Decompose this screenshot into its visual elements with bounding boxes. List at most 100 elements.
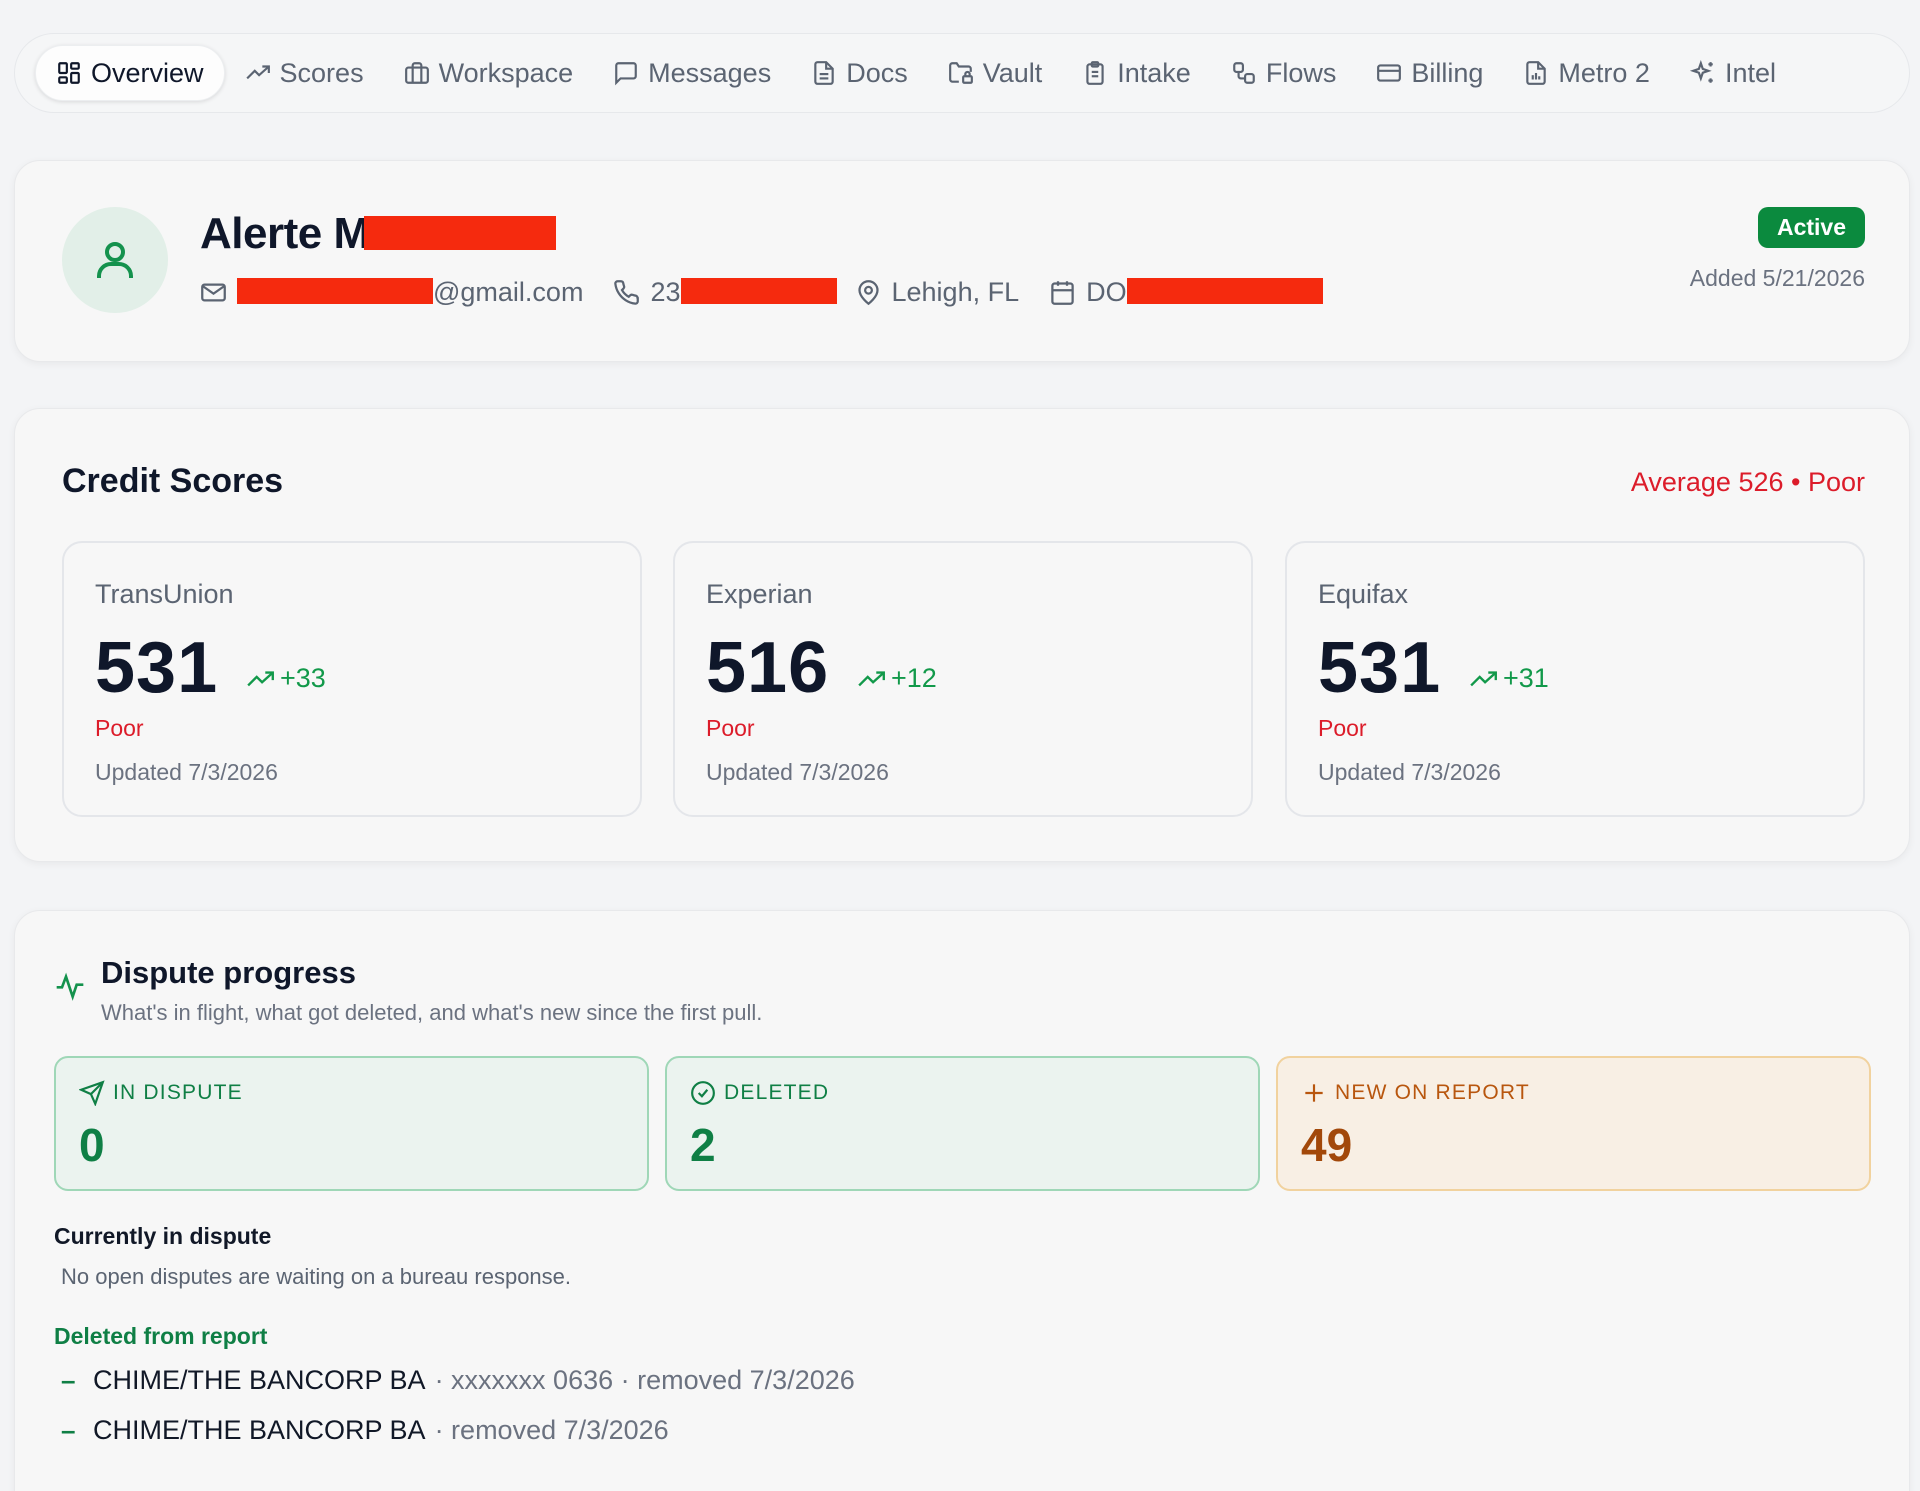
- dispute-progress-card: Dispute progress What's in flight, what …: [14, 910, 1910, 1491]
- item-meta: · xxxxxxx 0636 · removed 7/3/2026: [434, 1365, 855, 1395]
- workflow-icon: [1232, 62, 1255, 84]
- bureau-name: Equifax: [1318, 579, 1409, 609]
- stat-header: NEW ON REPORT: [1301, 1080, 1530, 1106]
- score-change-value: +31: [1503, 663, 1549, 693]
- tab-flows[interactable]: Flows: [1211, 45, 1357, 101]
- phone-icon: [614, 280, 640, 305]
- list-item: – CHIME/THE BANCORP BA · xxxxxxx 0636 · …: [61, 1365, 855, 1396]
- score-rating: Poor: [95, 715, 144, 741]
- redaction-bar: [363, 216, 556, 250]
- bureau-score: 531: [95, 628, 219, 708]
- email-contact[interactable]: @gmail.com: [200, 277, 583, 308]
- stat-header: DELETED: [690, 1080, 829, 1106]
- stat-value: 2: [690, 1119, 716, 1171]
- stat-header: IN DISPUTE: [79, 1080, 243, 1106]
- client-name-text: Alerte M: [200, 209, 370, 258]
- tab-scores[interactable]: Scores: [225, 45, 384, 101]
- tab-vault[interactable]: Vault: [928, 45, 1063, 101]
- tab-label: Docs: [846, 57, 908, 88]
- tab-metro-2[interactable]: Metro 2: [1503, 45, 1670, 101]
- bureau-name: TransUnion: [95, 579, 234, 609]
- tab-docs[interactable]: Docs: [791, 45, 928, 101]
- bureau-name: Experian: [706, 579, 813, 609]
- location-text: Lehigh, FL: [891, 277, 1020, 307]
- stat-value: 49: [1301, 1119, 1353, 1171]
- trending-up-icon: [858, 670, 885, 686]
- score-change: +12: [857, 663, 937, 694]
- tab-label: Messages: [648, 57, 772, 88]
- dash-icon: –: [61, 1365, 76, 1395]
- creditor-name: CHIME/THE BANCORP BA: [93, 1415, 426, 1445]
- tab-label: Metro 2: [1558, 57, 1650, 88]
- section-title: Dispute progress: [101, 955, 356, 990]
- trending-up-icon: [247, 670, 274, 686]
- dash-icon: –: [61, 1415, 76, 1445]
- score-change-value: +12: [891, 663, 937, 693]
- list-item: – CHIME/THE BANCORP BA · removed 7/3/202…: [61, 1415, 669, 1446]
- phone-text: 23: [650, 277, 681, 307]
- phone-contact[interactable]: 23: [613, 277, 837, 308]
- score-rating: Poor: [706, 715, 755, 741]
- tab-billing[interactable]: Billing: [1356, 45, 1503, 101]
- bureau-card-experian[interactable]: Experian 516 +12 Poor Updated 7/3/2026: [673, 541, 1253, 817]
- stat-label: NEW ON REPORT: [1335, 1081, 1530, 1104]
- deleted-from-report-heading: Deleted from report: [54, 1323, 268, 1349]
- stat-value: 0: [79, 1119, 105, 1171]
- updated-date: Updated 7/3/2026: [706, 759, 889, 785]
- client-name: Alerte M: [200, 209, 556, 259]
- activity-icon: [56, 972, 84, 1001]
- currently-in-dispute-empty: No open disputes are waiting on a bureau…: [61, 1264, 572, 1289]
- updated-date: Updated 7/3/2026: [1318, 759, 1501, 785]
- document-icon: [814, 61, 834, 85]
- score-rating: Poor: [1318, 715, 1367, 741]
- status-badge: Active: [1757, 207, 1865, 248]
- bureau-card-transunion[interactable]: TransUnion 531 +33 Poor Updated 7/3/2026: [62, 541, 642, 817]
- tab-label: Workspace: [438, 57, 574, 88]
- section-title: Credit Scores: [62, 462, 284, 500]
- tab-intake[interactable]: Intake: [1062, 45, 1211, 101]
- redaction-bar: [237, 278, 433, 304]
- tab-label: Scores: [279, 57, 364, 88]
- stat-new-on-report[interactable]: NEW ON REPORT 49: [1276, 1056, 1871, 1191]
- score-change-value: +33: [280, 663, 326, 693]
- score-change: +33: [246, 663, 326, 694]
- tab-overview[interactable]: Overview: [35, 45, 225, 101]
- dob-contact: DO: [1049, 277, 1323, 308]
- score-change: +31: [1469, 663, 1549, 694]
- briefcase-icon: [404, 62, 429, 84]
- tab-intel[interactable]: Intel: [1670, 45, 1796, 101]
- avatar: [62, 207, 168, 313]
- contact-row: @gmail.com 23 Lehigh, FL DO: [200, 277, 1353, 308]
- client-profile-card: Alerte M @gmail.com 23 Lehigh, FL DO Act…: [14, 160, 1910, 362]
- user-icon: [97, 242, 133, 278]
- bureau-score: 531: [1318, 628, 1442, 708]
- creditor-name: CHIME/THE BANCORP BA: [93, 1365, 426, 1395]
- updated-date: Updated 7/3/2026: [95, 759, 278, 785]
- added-date: Added 5/21/2026: [1689, 265, 1865, 291]
- redaction-bar: [680, 278, 837, 304]
- stat-label: IN DISPUTE: [113, 1081, 243, 1104]
- stat-in-dispute[interactable]: IN DISPUTE 0: [54, 1056, 649, 1191]
- currently-in-dispute-heading: Currently in dispute: [54, 1223, 272, 1249]
- stat-deleted[interactable]: DELETED 2: [665, 1056, 1260, 1191]
- stat-label: DELETED: [724, 1081, 830, 1104]
- bureau-score: 516: [706, 628, 830, 708]
- sparkles-icon: [1689, 60, 1713, 83]
- tab-workspace[interactable]: Workspace: [384, 45, 594, 101]
- bureau-card-equifax[interactable]: Equifax 531 +31 Poor Updated 7/3/2026: [1285, 541, 1865, 817]
- redaction-bar: [1126, 278, 1323, 304]
- folder-lock-icon: [948, 62, 973, 84]
- tab-label: Overview: [91, 57, 204, 88]
- location-contact: Lehigh, FL: [855, 277, 1020, 308]
- credit-card-icon: [1377, 64, 1402, 82]
- trending-up-icon: [245, 65, 270, 80]
- file-chart-icon: [1526, 61, 1547, 85]
- message-icon: [615, 62, 637, 86]
- plus-icon: [1305, 1084, 1323, 1102]
- tab-label: Intake: [1117, 57, 1191, 88]
- tab-messages[interactable]: Messages: [593, 45, 791, 101]
- average-score: Average 526 • Poor: [1630, 467, 1865, 497]
- top-nav: Overview Scores Workspace Messages Docs …: [14, 33, 1910, 113]
- mail-icon: [201, 283, 226, 302]
- clipboard-icon: [1086, 61, 1104, 85]
